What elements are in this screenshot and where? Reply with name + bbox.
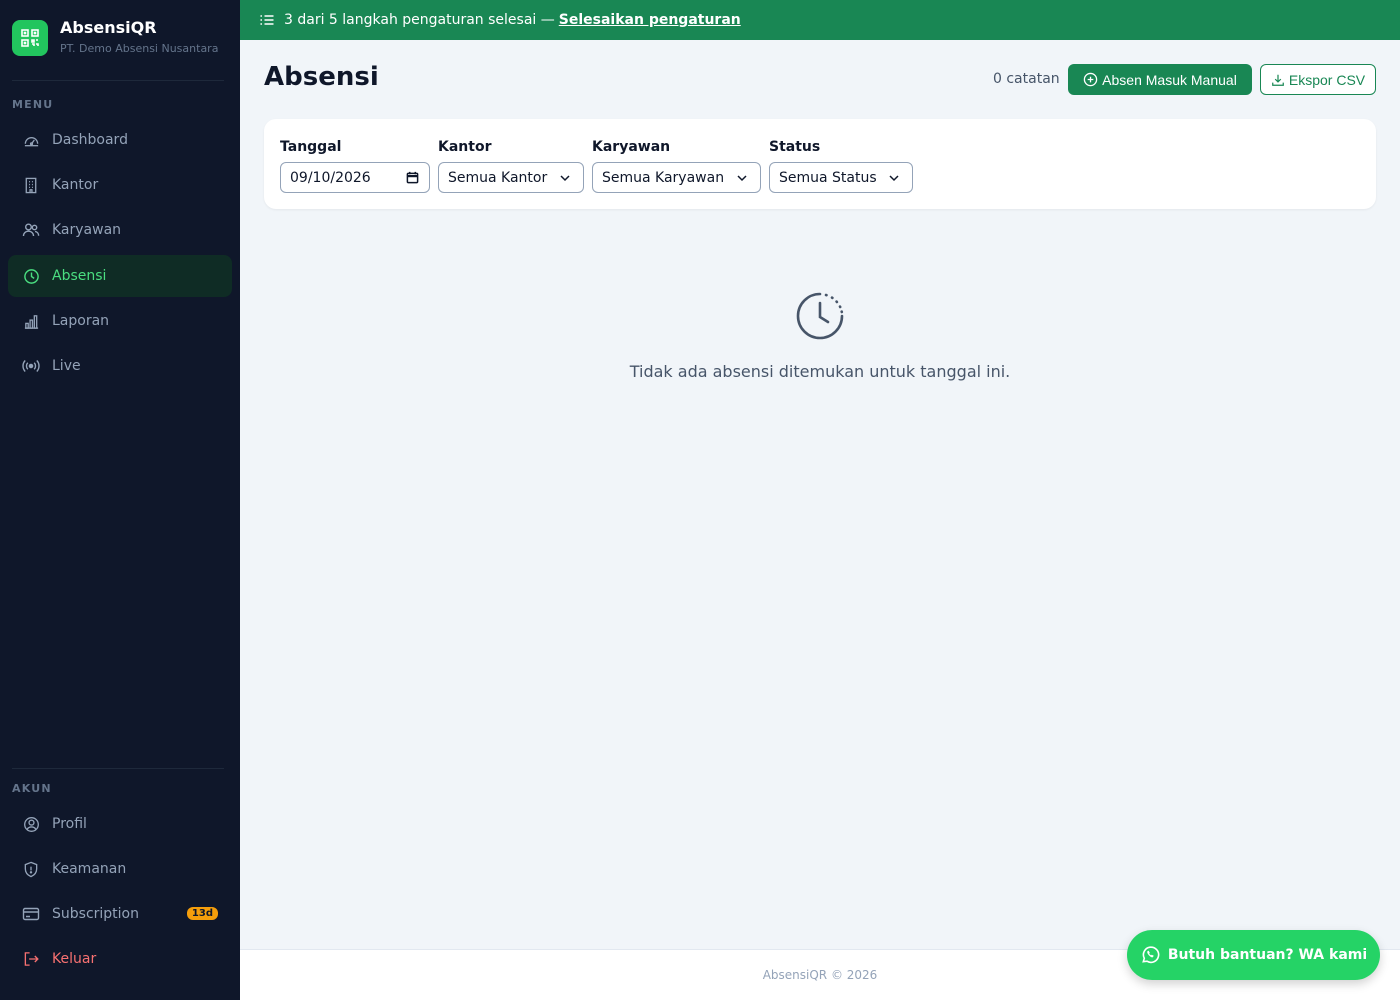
sidebar-divider <box>12 768 224 769</box>
sidebar-item-label: Karyawan <box>52 222 122 238</box>
page-title: Absensi <box>264 62 379 92</box>
manual-checkin-label: Absen Masuk Manual <box>1102 71 1237 88</box>
sidebar-item-label: Keluar <box>52 951 97 967</box>
menu-section-label: MENU <box>12 98 54 111</box>
setup-banner: 3 dari 5 langkah pengaturan selesai — Se… <box>240 0 1400 40</box>
employee-select-value: Semua Karyawan <box>602 169 725 186</box>
export-csv-label: Ekspor CSV <box>1288 71 1366 88</box>
setup-progress-text: 3 dari 5 langkah pengaturan selesai — <box>284 12 555 28</box>
whatsapp-icon <box>1140 945 1160 965</box>
date-value: 09/10/2026 <box>290 169 371 186</box>
record-count: 0 catatan <box>993 71 1060 87</box>
office-select[interactable]: Semua Kantor <box>438 162 584 193</box>
qr-logo-icon <box>12 20 48 56</box>
sidebar-item-label: Kantor <box>52 177 99 193</box>
office-filter-label: Kantor <box>438 139 492 155</box>
sidebar-item-label: Subscription <box>52 906 139 922</box>
sidebar-divider <box>12 80 224 81</box>
shield-icon <box>22 860 40 878</box>
office-select-value: Semua Kantor <box>448 169 548 186</box>
sidebar-item-kantor[interactable]: Kantor <box>8 164 232 206</box>
brand-org: PT. Demo Absensi Nusantara <box>60 42 219 55</box>
clock-icon <box>22 267 40 285</box>
user-circle-icon <box>22 815 40 833</box>
sidebar-item-label: Live <box>52 358 81 374</box>
chevron-down-icon <box>559 172 571 184</box>
employee-select[interactable]: Semua Karyawan <box>592 162 761 193</box>
calendar-icon[interactable] <box>406 171 419 184</box>
subscription-badge: 13d <box>186 907 218 920</box>
status-select-value: Semua Status <box>779 169 877 186</box>
download-icon <box>1271 73 1285 87</box>
employee-filter-label: Karyawan <box>592 139 671 155</box>
sidebar-item-profil[interactable]: Profil <box>8 803 232 845</box>
sidebar: AbsensiQR PT. Demo Absensi Nusantara MEN… <box>0 0 240 1000</box>
status-select[interactable]: Semua Status <box>769 162 913 193</box>
sidebar-item-keamanan[interactable]: Keamanan <box>8 848 232 890</box>
finish-setup-link[interactable]: Selesaikan pengaturan <box>559 12 741 28</box>
logout-icon <box>22 950 40 968</box>
sidebar-item-dashboard[interactable]: Dashboard <box>8 119 232 161</box>
export-csv-button[interactable]: Ekspor CSV <box>1260 64 1376 95</box>
chevron-down-icon <box>888 172 900 184</box>
sidebar-item-subscription[interactable]: Subscription 13d <box>8 893 232 935</box>
sidebar-item-label: Dashboard <box>52 132 128 148</box>
whatsapp-help-label: Butuh bantuan? WA kami <box>1167 947 1368 963</box>
status-filter-label: Status <box>769 139 821 155</box>
bar-chart-icon <box>22 312 40 330</box>
sidebar-item-live[interactable]: Live <box>8 345 232 387</box>
filter-card: Tanggal 09/10/2026 Kantor Semua Kantor K… <box>264 119 1376 209</box>
sidebar-item-label: Keamanan <box>52 861 127 877</box>
empty-state-message: Tidak ada absensi ditemukan untuk tangga… <box>629 362 1011 381</box>
whatsapp-help-button[interactable]: Butuh bantuan? WA kami <box>1127 930 1380 980</box>
sidebar-item-keluar[interactable]: Keluar <box>8 938 232 980</box>
gauge-icon <box>22 131 40 149</box>
broadcast-icon <box>22 357 40 375</box>
sidebar-item-laporan[interactable]: Laporan <box>8 300 232 342</box>
sidebar-item-label: Laporan <box>52 313 110 329</box>
brand[interactable]: AbsensiQR PT. Demo Absensi Nusantara <box>12 20 218 56</box>
plus-circle-icon <box>1083 72 1098 87</box>
manual-checkin-button[interactable]: Absen Masuk Manual <box>1068 64 1252 95</box>
date-input[interactable]: 09/10/2026 <box>280 162 430 193</box>
clock-history-icon <box>794 290 846 342</box>
brand-name: AbsensiQR <box>60 18 157 37</box>
list-icon <box>260 14 274 26</box>
users-icon <box>22 221 40 239</box>
account-section-label: AKUN <box>12 782 52 795</box>
sidebar-item-label: Profil <box>52 816 87 832</box>
footer-copyright: AbsensiQR © 2026 <box>762 968 878 982</box>
date-filter-label: Tanggal <box>280 139 342 155</box>
sidebar-item-absensi[interactable]: Absensi <box>8 255 232 297</box>
building-icon <box>22 176 40 194</box>
credit-card-icon <box>22 905 40 923</box>
chevron-down-icon <box>736 172 748 184</box>
sidebar-item-karyawan[interactable]: Karyawan <box>8 209 232 251</box>
sidebar-item-label: Absensi <box>52 268 107 284</box>
